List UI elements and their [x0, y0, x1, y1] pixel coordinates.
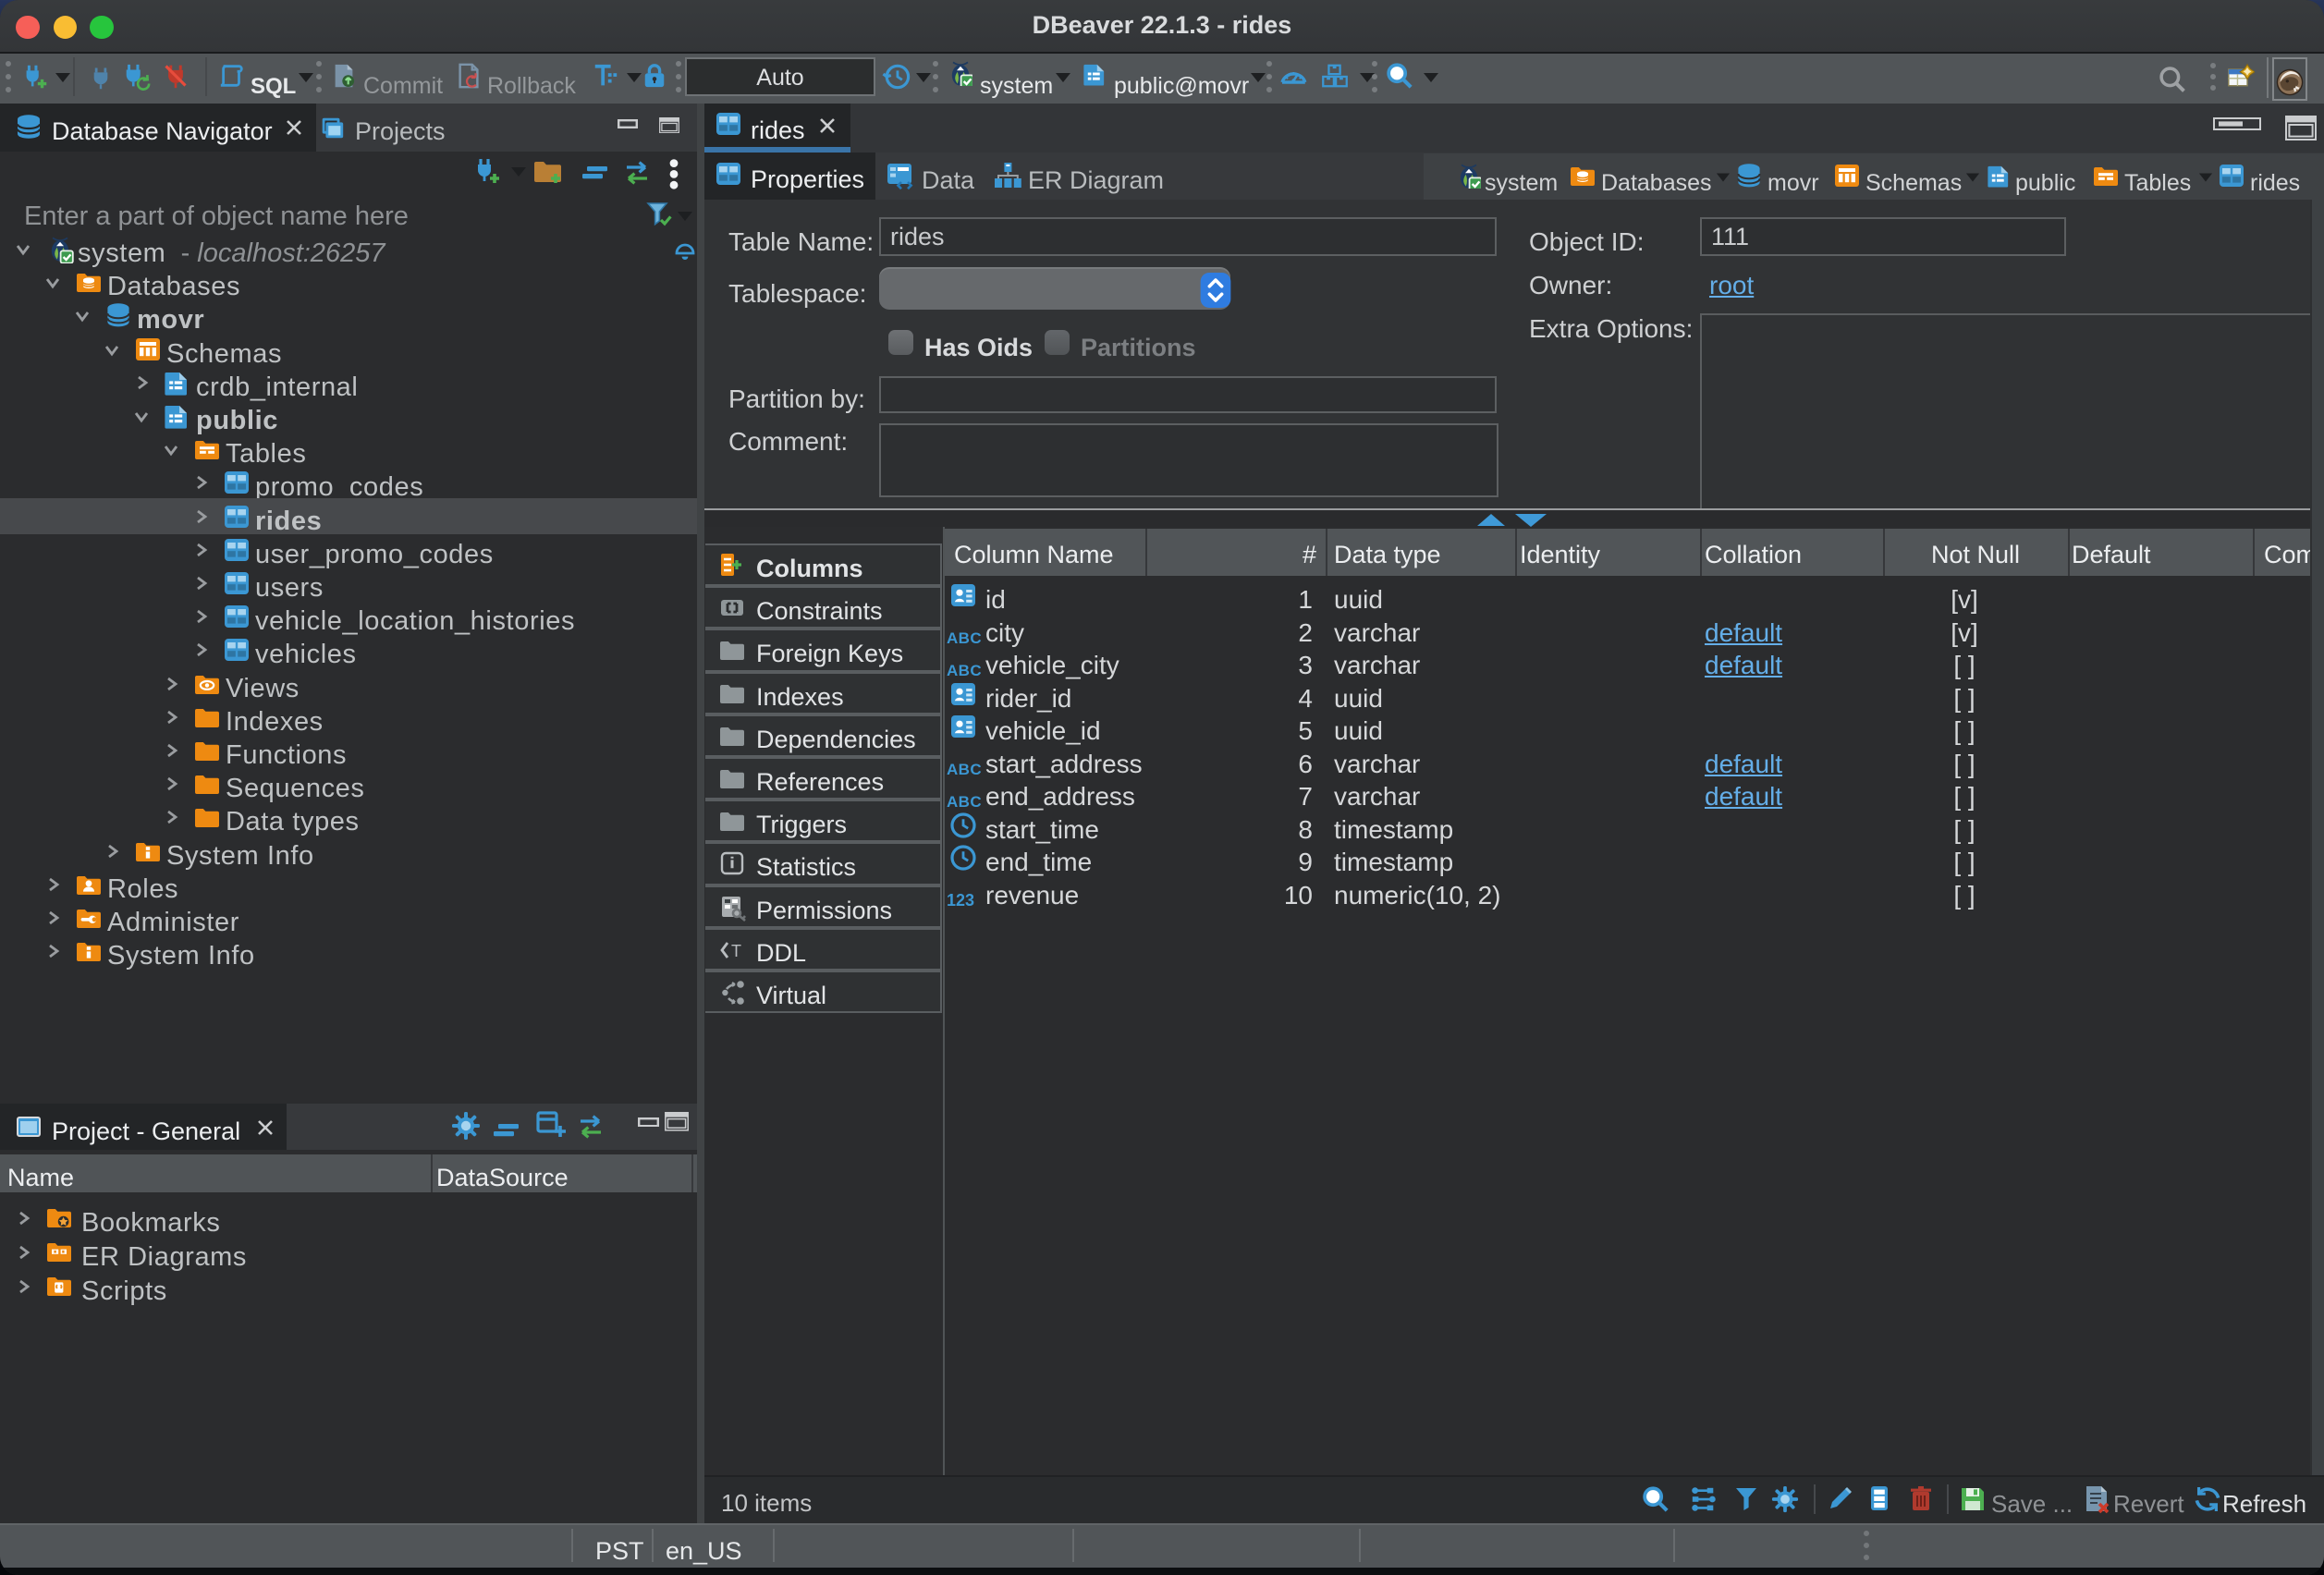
svg-text:T: T	[731, 942, 741, 960]
